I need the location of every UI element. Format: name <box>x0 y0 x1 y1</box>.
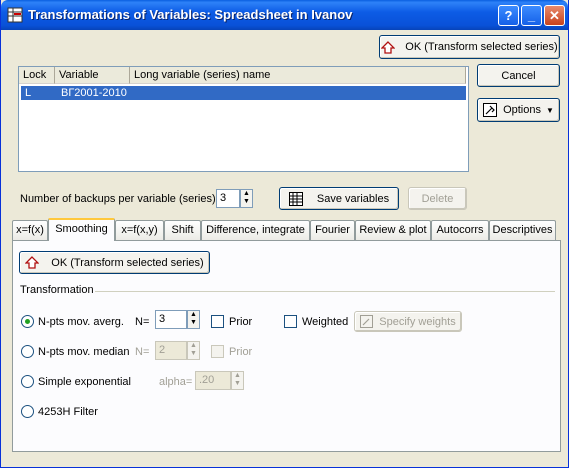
n-label: N= <box>135 316 150 328</box>
simple-exp-radio[interactable] <box>21 375 34 388</box>
undo-arrow-icon <box>381 40 396 54</box>
tab-smoothing[interactable]: Smoothing <box>48 218 115 241</box>
filter-radio[interactable] <box>21 405 34 418</box>
tab-fourier[interactable]: Fourier <box>310 220 355 240</box>
specify-weights-button[interactable]: Specify weights <box>354 311 462 332</box>
tab-xfxy[interactable]: x=f(x,y) <box>115 220 164 240</box>
title-bar[interactable]: Transformations of Variables: Spreadshee… <box>1 0 568 30</box>
cancel-button[interactable]: Cancel <box>477 64 560 87</box>
spin-down-icon[interactable]: ▼ <box>188 350 199 358</box>
alpha-input[interactable]: .20 <box>195 371 231 390</box>
weights-icon <box>360 315 374 328</box>
weighted-checkbox[interactable] <box>284 315 297 328</box>
prior2-checkbox[interactable] <box>211 345 224 358</box>
npts-median-radio[interactable] <box>21 345 34 358</box>
tab-shift[interactable]: Shift <box>164 220 201 240</box>
npts-avg-label: N-pts mov. averg. <box>38 316 124 328</box>
delete-button[interactable]: Delete <box>408 187 467 210</box>
spin-down-icon[interactable]: ▼ <box>232 380 243 388</box>
tab-review[interactable]: Review & plot <box>355 220 431 240</box>
spreadsheet-icon <box>288 191 303 206</box>
variables-list[interactable]: Lock Variable Long variable (series) nam… <box>18 66 469 172</box>
tab-descriptives[interactable]: Descriptives <box>489 220 556 240</box>
tab-xfx[interactable]: x=f(x) <box>12 220 48 240</box>
filter-label: 4253H Filter <box>38 406 98 418</box>
spin-up-icon[interactable]: ▲ <box>188 342 199 350</box>
undo-arrow-icon <box>25 256 40 269</box>
spin-down-icon[interactable]: ▼ <box>241 198 252 206</box>
app-icon <box>7 7 23 23</box>
panel-ok-label: OK (Transform selected series) <box>51 256 204 269</box>
dialog-window: Transformations of Variables: Spreadshee… <box>0 0 569 468</box>
alpha-spinner[interactable]: ▲ ▼ <box>231 371 244 390</box>
list-header: Lock Variable Long variable (series) nam… <box>19 67 468 84</box>
row-variable: ВГ2001-2010 <box>61 87 127 99</box>
window-title: Transformations of Variables: Spreadshee… <box>28 7 353 22</box>
transformation-group-label: Transformation <box>20 284 94 296</box>
list-row[interactable]: L ВГ2001-2010 <box>21 86 466 100</box>
col-variable[interactable]: Variable <box>55 67 130 84</box>
alpha-label: alpha= <box>159 376 193 388</box>
ok-transform-label: OK (Transform selected series) <box>405 41 558 53</box>
save-variables-button[interactable]: Save variables <box>279 187 399 210</box>
backups-spinner[interactable]: ▲ ▼ <box>240 189 253 208</box>
tab-difference[interactable]: Difference, integrate <box>201 220 310 240</box>
backups-label: Number of backups per variable (series): <box>20 193 219 205</box>
row-lock: L <box>25 87 32 99</box>
npts-avg-spinner[interactable]: ▲ ▼ <box>187 310 200 329</box>
ok-transform-button[interactable]: OK (Transform selected series) <box>379 35 560 59</box>
prior-label: Prior <box>229 316 253 328</box>
n-median-label: N= <box>135 346 150 358</box>
spin-up-icon[interactable]: ▲ <box>232 372 243 380</box>
spin-up-icon[interactable]: ▲ <box>188 311 199 319</box>
spin-down-icon[interactable]: ▼ <box>188 319 199 327</box>
col-long-name[interactable]: Long variable (series) name <box>130 67 466 84</box>
weighted-label: Weighted <box>302 316 349 328</box>
col-lock[interactable]: Lock <box>19 67 55 84</box>
dropdown-arrow-icon: ▼ <box>546 105 554 115</box>
npts-avg-radio[interactable] <box>21 315 34 328</box>
options-button[interactable]: Options ▼ <box>477 98 560 122</box>
close-button[interactable]: ✕ <box>544 5 565 26</box>
npts-avg-input[interactable]: 3 <box>155 310 187 329</box>
prior-checkbox[interactable] <box>211 315 224 328</box>
specify-weights-label: Specify weights <box>379 315 456 328</box>
npts-median-spinner[interactable]: ▲ ▼ <box>187 341 200 360</box>
npts-median-input[interactable]: 2 <box>155 341 187 360</box>
save-variables-label: Save variables <box>316 192 390 205</box>
backups-input[interactable]: 3 <box>216 189 240 208</box>
smoothing-panel: OK (Transform selected series) Transform… <box>12 240 561 452</box>
group-divider <box>95 291 555 292</box>
simple-exp-label: Simple exponential <box>38 376 131 388</box>
help-button[interactable]: ? <box>498 5 519 26</box>
spin-up-icon[interactable]: ▲ <box>241 190 252 198</box>
options-icon <box>483 103 498 117</box>
prior2-label: Prior <box>229 346 253 358</box>
minimize-button[interactable]: _ <box>521 5 542 26</box>
options-label: Options <box>503 104 541 116</box>
npts-median-label: N-pts mov. median <box>38 346 130 358</box>
panel-ok-button[interactable]: OK (Transform selected series) <box>19 251 210 274</box>
tab-autocorrs[interactable]: Autocorrs <box>431 220 489 240</box>
